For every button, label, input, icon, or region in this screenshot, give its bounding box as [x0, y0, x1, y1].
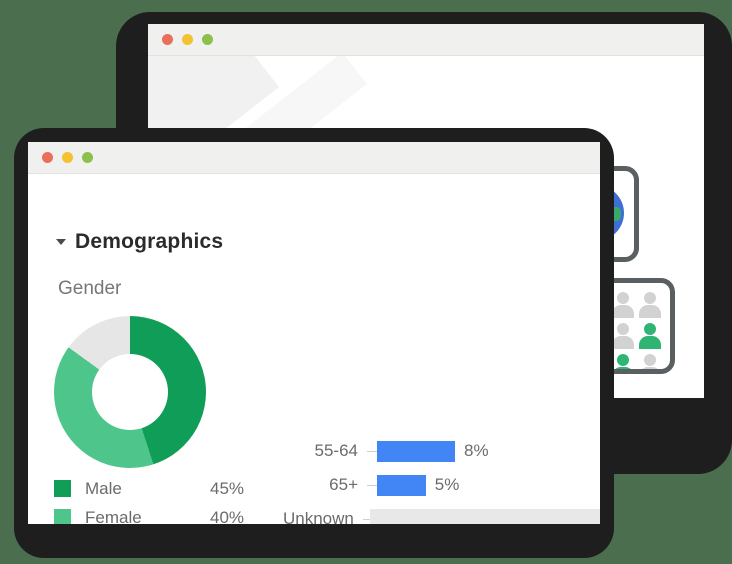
person-icon — [612, 292, 634, 318]
bar-category-label: Unknown — [283, 509, 354, 524]
maximize-button[interactable] — [202, 34, 213, 45]
minimize-button[interactable] — [182, 34, 193, 45]
person-icon — [639, 354, 661, 369]
close-button[interactable] — [42, 152, 53, 163]
gender-chart-label: Gender — [58, 278, 122, 299]
legend-label: Male — [85, 478, 122, 498]
legend-swatch — [54, 509, 71, 524]
table-row: 65+ 5% — [283, 468, 600, 502]
person-icon — [639, 323, 661, 349]
legend-label: Female — [85, 507, 142, 525]
person-icon — [612, 323, 634, 349]
list-item: Female 40% — [54, 503, 304, 524]
close-button[interactable] — [162, 34, 173, 45]
bar — [370, 508, 600, 524]
analytics-window[interactable]: Demographics Gender Male 45% Female 40% — [28, 142, 600, 524]
gender-donut-chart — [54, 316, 206, 468]
demographics-section-header[interactable]: Demographics — [56, 230, 223, 254]
list-item: Male 45% — [54, 474, 304, 503]
axis-tick — [367, 484, 377, 486]
person-icon — [612, 354, 634, 369]
chevron-down-icon[interactable] — [56, 239, 66, 245]
analytics-titlebar[interactable] — [28, 142, 600, 174]
bar-category-label: 65+ — [329, 475, 358, 494]
table-row: 55-64 8% — [283, 434, 600, 468]
age-bar-chart: 55-64 8% 65+ 5% Unknown — [283, 434, 600, 524]
bar — [377, 474, 426, 496]
axis-tick — [367, 450, 377, 452]
page-title: Demographics — [75, 230, 224, 253]
screen: Demographics Gender Male 45% Female 40% — [0, 0, 732, 564]
devices-titlebar[interactable] — [148, 24, 704, 56]
bar-value-label: 8% — [464, 441, 489, 460]
analytics-content: Demographics Gender Male 45% Female 40% — [28, 174, 600, 524]
legend-swatch — [54, 480, 71, 497]
axis-tick — [362, 518, 371, 520]
table-row: Unknown — [283, 502, 600, 524]
bar-category-label: 55-64 — [314, 441, 358, 460]
bar-value-label: 5% — [434, 475, 460, 494]
minimize-button[interactable] — [62, 152, 73, 163]
maximize-button[interactable] — [82, 152, 93, 163]
legend-value: 45% — [210, 478, 245, 498]
gender-legend: Male 45% Female 40% Unknown 15% — [54, 474, 304, 524]
bar — [377, 440, 455, 462]
person-icon — [639, 292, 661, 318]
legend-value: 40% — [210, 507, 245, 525]
donut-ring — [54, 316, 206, 468]
